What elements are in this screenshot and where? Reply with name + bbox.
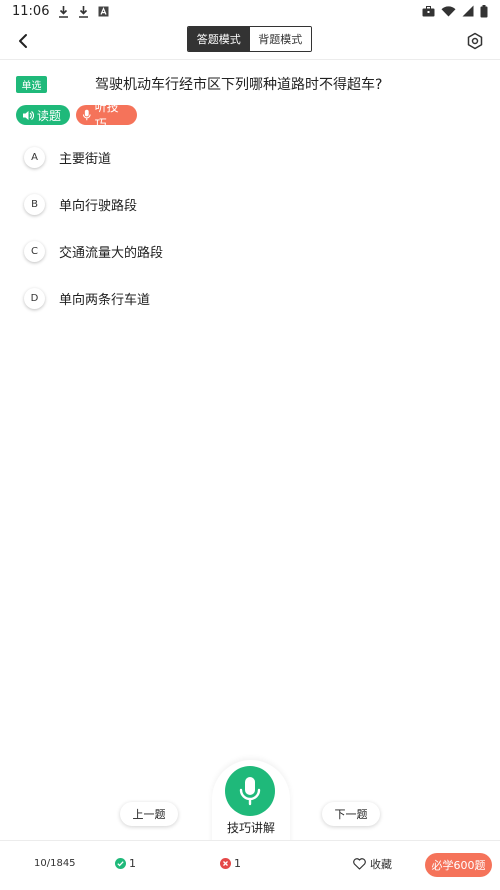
option-letter: D — [24, 288, 45, 309]
status-bar: 11:06 — [0, 0, 500, 22]
wrong-count[interactable]: 1 — [220, 857, 241, 870]
favorite-button[interactable]: 收藏 — [353, 856, 392, 872]
back-button[interactable] — [12, 30, 34, 52]
option-text: 主要街道 — [59, 152, 112, 167]
must-learn-button[interactable]: 必学600题 — [425, 853, 492, 877]
read-question-button[interactable]: 读题 — [16, 105, 70, 125]
option-text: 交通流量大的路段 — [59, 246, 164, 261]
tips-explain-label: 技巧讲解 — [226, 821, 275, 835]
wifi-icon — [441, 4, 456, 18]
microphone-icon — [239, 777, 261, 806]
option-letter: B — [24, 194, 45, 215]
option-letter: A — [24, 147, 45, 168]
tab-answer-mode[interactable]: 答题模式 — [188, 27, 250, 51]
read-question-label: 读题 — [37, 108, 62, 123]
options-list: A 主要街道 B 单向行驶路段 C 交通流量大的路段 D 单向两条行车道 — [24, 146, 474, 334]
option-text: 单向两条行车道 — [59, 293, 151, 308]
listen-tips-label: 听技巧 — [94, 100, 119, 131]
x-circle-icon — [220, 858, 231, 869]
question-type-badge: 单选 — [16, 76, 47, 93]
wrong-count-value: 1 — [234, 857, 241, 870]
bottom-bar: 10/1845 1 1 收藏 必学600题 — [0, 840, 500, 890]
tips-explain-mic-button[interactable] — [225, 766, 275, 816]
heart-icon — [353, 858, 366, 870]
settings-button[interactable] — [464, 30, 486, 52]
option-a[interactable]: A 主要街道 — [24, 146, 474, 169]
next-question-button[interactable]: 下一题 — [322, 802, 380, 826]
correct-count-value: 1 — [129, 857, 136, 870]
signal-icon — [462, 4, 474, 18]
option-d[interactable]: D 单向两条行车道 — [24, 287, 474, 310]
battery-icon — [480, 4, 488, 18]
tab-review-mode[interactable]: 背题模式 — [249, 27, 311, 51]
option-b[interactable]: B 单向行驶路段 — [24, 193, 474, 216]
download-icon — [57, 4, 69, 18]
option-text: 单向行驶路段 — [59, 199, 138, 214]
question-text: 驾驶机动车行经市区下列哪种道路时不得超车? — [95, 77, 383, 93]
check-circle-icon — [115, 858, 126, 869]
mode-toggle: 答题模式 背题模式 — [187, 26, 312, 52]
favorite-label: 收藏 — [370, 858, 392, 871]
download-icon — [77, 4, 89, 18]
correct-count[interactable]: 1 — [115, 857, 136, 870]
prev-question-button[interactable]: 上一题 — [120, 802, 178, 826]
listen-tips-button[interactable]: 听技巧 — [76, 100, 137, 131]
question-progress: 10/1845 — [34, 858, 76, 869]
a-icon — [97, 4, 109, 18]
microphone-icon — [82, 109, 91, 121]
status-time: 11:06 — [12, 3, 50, 19]
option-c[interactable]: C 交通流量大的路段 — [24, 240, 474, 263]
speaker-icon — [23, 110, 34, 120]
briefcase-icon — [422, 4, 435, 18]
gear-icon — [467, 32, 483, 50]
header: 答题模式 背题模式 — [0, 22, 500, 60]
option-letter: C — [24, 241, 45, 262]
chevron-left-icon — [19, 34, 27, 48]
